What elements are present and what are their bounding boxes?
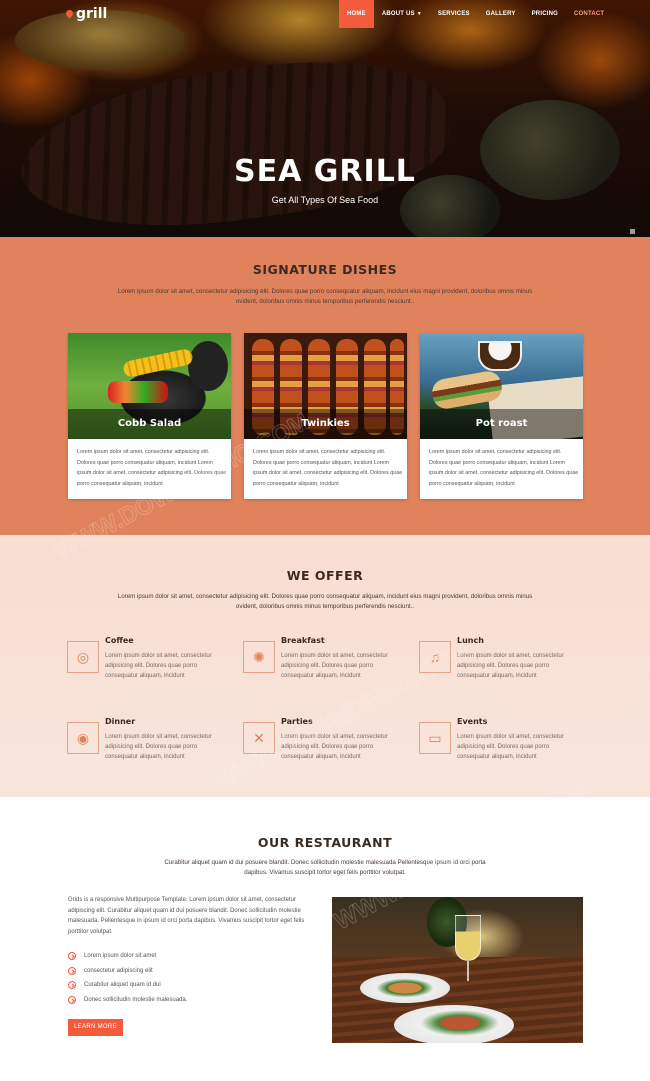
offer-item-coffee: ◎ Coffee Lorem ipsum dolor sit amet, con… (67, 636, 237, 706)
hero-title: SEA GRILL (234, 154, 416, 189)
dinner-icon: ◉ (67, 722, 99, 754)
map-pin-icon (66, 10, 73, 19)
parties-icon: ✕ (243, 722, 275, 754)
dish-description: Lorem ipsum dolor sit amet, consectetur … (77, 449, 227, 487)
breakfast-icon: ✺ (243, 641, 275, 673)
list-item: Curabitur aliquet quam id dui (68, 978, 308, 993)
offer-item-events: ▭ Events Lorem ipsum dolor sit amet, con… (419, 717, 589, 787)
dish-description: Lorem ipsum dolor sit amet, consectetur … (253, 449, 403, 487)
nav-services[interactable]: SERVICES (430, 0, 478, 28)
dish-caption: Cobb Salad (68, 409, 231, 439)
lunch-icon: ♫ (419, 641, 451, 673)
offer-item-parties: ✕ Parties Lorem ipsum dolor sit amet, co… (243, 717, 413, 787)
chevron-right-icon (68, 952, 76, 961)
section-title: WE OFFER (286, 568, 364, 583)
hero-section: grill HOME ABOUT US ▼ SERVICES GALLERY PR… (0, 0, 650, 237)
nav-about-us[interactable]: ABOUT US ▼ (374, 0, 430, 28)
nav-home[interactable]: HOME (339, 0, 374, 28)
learn-more-button[interactable]: LEARN MORE (68, 1019, 123, 1036)
section-description: Curabitur aliquet quam id dui posuere bl… (164, 859, 486, 876)
chevron-right-icon (68, 981, 76, 990)
restaurant-paragraph: Grids is a responsive Multipurpose Templ… (68, 897, 305, 935)
section-description: Lorem ipsum dolor sit amet, consectetur … (117, 288, 533, 305)
signature-dishes-section: SIGNATURE DISHES Lorem ipsum dolor sit a… (0, 237, 650, 535)
offer-item-lunch: ♫ Lunch Lorem ipsum dolor sit amet, cons… (419, 636, 589, 706)
section-title: OUR RESTAURANT (257, 835, 393, 850)
nav-gallery[interactable]: GALLERY (478, 0, 524, 28)
dish-description: Lorem ipsum dolor sit amet, consectetur … (429, 449, 579, 487)
offer-item-breakfast: ✺ Breakfast Lorem ipsum dolor sit amet, … (243, 636, 413, 706)
offer-item-dinner: ◉ Dinner Lorem ipsum dolor sit amet, con… (67, 717, 237, 787)
caret-down-icon: ▼ (416, 11, 422, 17)
chevron-right-icon (68, 995, 76, 1004)
list-item: consectetur adipiscing elit (68, 964, 308, 979)
dish-caption: Pot roast (420, 409, 583, 439)
main-menu: HOME ABOUT US ▼ SERVICES GALLERY PRICING … (339, 0, 612, 28)
restaurant-photo (332, 897, 583, 1043)
nav-contact[interactable]: CONTACT (566, 0, 612, 28)
coffee-icon: ◎ (67, 641, 99, 673)
list-item: Lorem ipsum dolor sit amet (68, 949, 308, 964)
restaurant-feature-list: Lorem ipsum dolor sit amet consectetur a… (68, 949, 308, 1007)
our-restaurant-section: OUR RESTAURANT Curabitur aliquet quam id… (0, 797, 650, 1081)
dish-card[interactable]: Cobb Salad Lorem ipsum dolor sit amet, c… (68, 333, 231, 499)
dish-caption: Twinkies (244, 409, 407, 439)
we-offer-section: WE OFFER Lorem ipsum dolor sit amet, con… (0, 535, 650, 797)
chevron-right-icon (68, 966, 76, 975)
nav-pricing[interactable]: PRICING (524, 0, 566, 28)
section-description: Lorem ipsum dolor sit amet, consectetur … (117, 593, 533, 610)
dish-card[interactable]: Pot roast Lorem ipsum dolor sit amet, co… (420, 333, 583, 499)
section-title: SIGNATURE DISHES (252, 262, 398, 277)
hero-subtitle: Get All Types Of Sea Food (271, 195, 379, 205)
top-navbar: grill HOME ABOUT US ▼ SERVICES GALLERY PR… (0, 0, 650, 28)
list-item: Donec sollicitudin molestie malesuada. (68, 993, 308, 1008)
logo[interactable]: grill (66, 6, 107, 22)
dish-card[interactable]: Twinkies Lorem ipsum dolor sit amet, con… (244, 333, 407, 499)
slider-indicator[interactable] (630, 229, 635, 234)
events-icon: ▭ (419, 722, 451, 754)
logo-text: grill (76, 6, 108, 22)
